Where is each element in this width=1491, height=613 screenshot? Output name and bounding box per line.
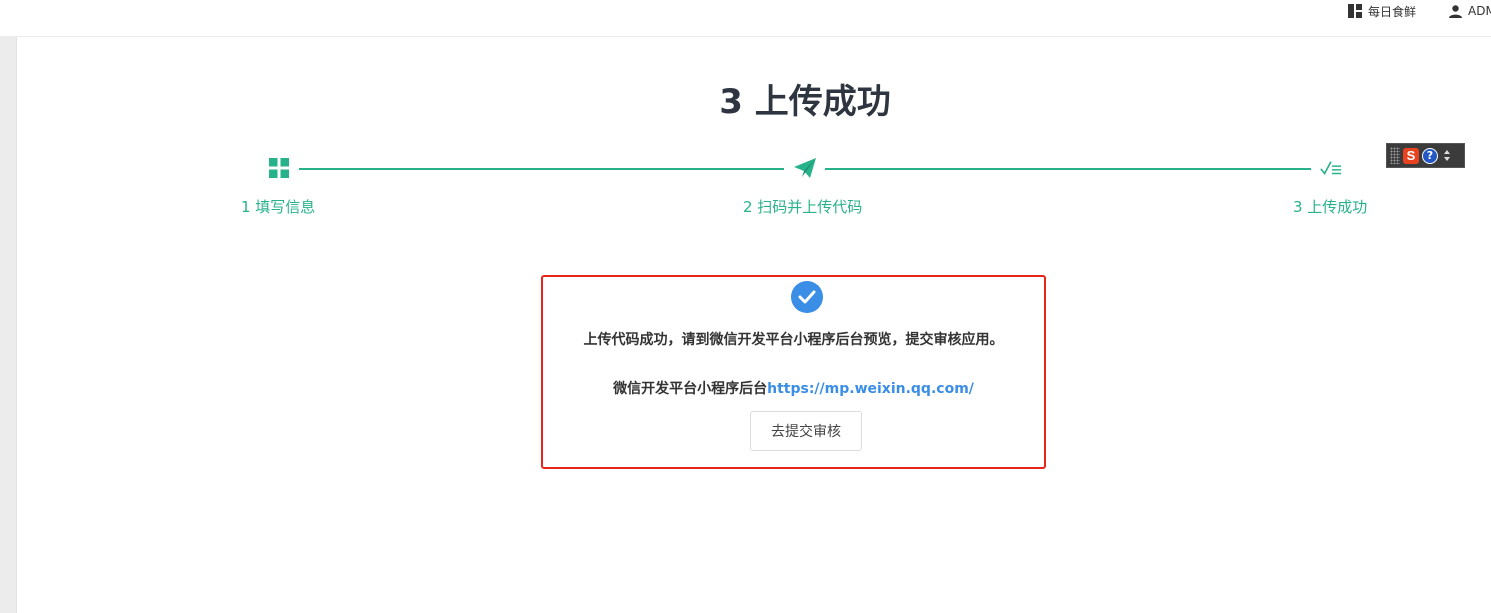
grid-icon [269, 158, 289, 178]
ime-logo-icon[interactable]: S [1403, 147, 1419, 164]
user-menu[interactable]: ADM [1449, 0, 1491, 22]
user-name: ADM [1468, 4, 1491, 18]
step-3-icon [1320, 157, 1342, 179]
paper-plane-icon [794, 158, 816, 178]
weixin-backend-link[interactable]: https://mp.weixin.qq.com/ [767, 381, 974, 397]
submit-review-button[interactable]: 去提交审核 [750, 411, 862, 451]
step-connector-2 [825, 168, 1311, 170]
backend-link-line: 微信开发平台小程序后台https://mp.weixin.qq.com/ [543, 378, 1044, 398]
success-check-icon [791, 281, 823, 313]
step-connector-1 [299, 168, 784, 170]
user-icon [1449, 4, 1462, 18]
upload-success-panel: 上传代码成功，请到微信开发平台小程序后台预览，提交审核应用。 微信开发平台小程序… [541, 275, 1046, 469]
backend-link-prefix: 微信开发平台小程序后台 [613, 381, 768, 397]
help-icon[interactable]: ? [1422, 147, 1438, 164]
step-2-label: 2 扫码并上传代码 [743, 198, 863, 216]
top-header: 每日食鲜 ADM [0, 0, 1491, 37]
grid-icon [1348, 4, 1362, 18]
shop-switcher[interactable]: 每日食鲜 [1348, 0, 1416, 22]
expand-arrows-icon[interactable] [1444, 150, 1450, 161]
step-3-label: 3 上传成功 [1293, 198, 1368, 216]
success-message: 上传代码成功，请到微信开发平台小程序后台预览，提交审核应用。 [583, 332, 1004, 348]
step-1-label: 1 填写信息 [241, 198, 316, 216]
step-1-icon [268, 157, 290, 179]
sidebar-edge [0, 37, 17, 613]
step-2-icon [794, 157, 816, 179]
drag-handle-icon[interactable] [1390, 147, 1400, 164]
check-list-icon [1320, 161, 1342, 175]
page-root: 每日食鲜 ADM 3 上传成功 1 填写信息 2 扫码并上传代码 3 上传成功 … [0, 0, 1491, 613]
page-title: 3 上传成功 [719, 82, 891, 122]
ime-toolbar[interactable]: S ? [1386, 143, 1465, 168]
shop-name: 每日食鲜 [1368, 4, 1417, 19]
